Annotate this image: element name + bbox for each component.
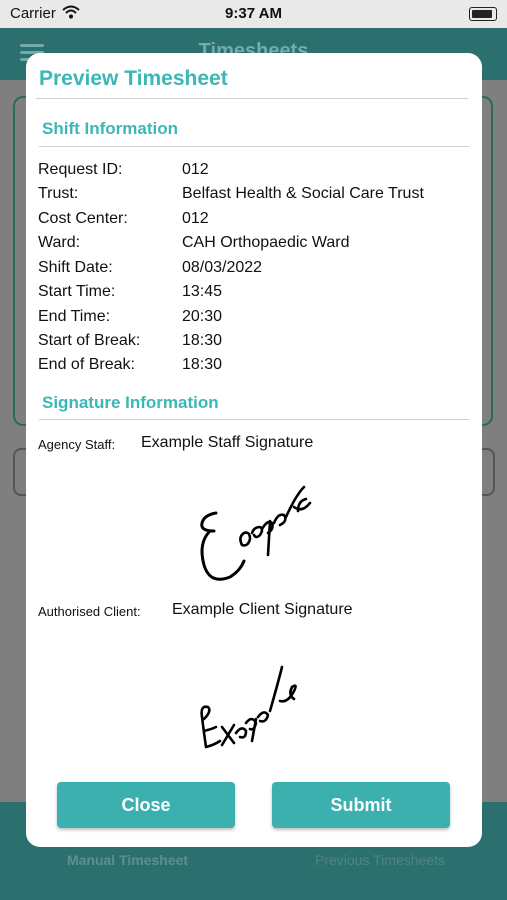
shift-row-label: Start of Break: [38,332,141,349]
shift-section-title: Shift Information [42,119,178,138]
authorised-client-signature-image [200,665,297,749]
agency-staff-signature-name: Example Staff Signature [141,434,314,451]
shift-row-label: Cost Center: [38,210,128,227]
signature-section-divider [39,419,469,420]
submit-button[interactable]: Submit [272,782,450,828]
shift-row-value: 20:30 [182,308,223,325]
close-button[interactable]: Close [57,782,235,828]
signature-section-title: Signature Information [42,393,219,412]
shift-section-divider [39,146,469,147]
status-bar: Carrier 9:37 AM [0,0,507,28]
shift-row-value: 012 [182,161,209,178]
shift-row-label: Trust: [38,185,79,202]
tab-previous-timesheets[interactable]: Previous Timesheets [290,852,470,868]
shift-row-value: 18:30 [182,356,223,373]
battery-icon [469,7,497,21]
shift-row-value: 08/03/2022 [182,259,263,276]
shift-row-label: Request ID: [38,161,123,178]
modal-title: Preview Timesheet [39,67,228,90]
title-divider [36,98,468,99]
shift-row-value: 012 [182,210,209,227]
shift-row-value: 13:45 [182,283,223,300]
shift-row-label: End of Break: [38,356,135,373]
tab-manual-timesheet[interactable]: Manual Timesheet [40,852,215,868]
preview-timesheet-modal: Preview Timesheet Shift Information Requ… [26,53,482,847]
authorised-client-label: Authorised Client: [38,604,141,619]
shift-row-value: 18:30 [182,332,223,349]
clock-time: 9:37 AM [225,5,282,22]
shift-row-label: Shift Date: [38,259,113,276]
authorised-client-signature-name: Example Client Signature [172,601,353,618]
shift-row-label: Start Time: [38,283,116,300]
agency-staff-signature-image [200,485,312,581]
shift-row-label: End Time: [38,308,111,325]
shift-row-value: CAH Orthopaedic Ward [182,234,350,251]
shift-row-label: Ward: [38,234,81,251]
agency-staff-label: Agency Staff: [38,437,116,452]
shift-row-value: Belfast Health & Social Care Trust [182,185,424,202]
